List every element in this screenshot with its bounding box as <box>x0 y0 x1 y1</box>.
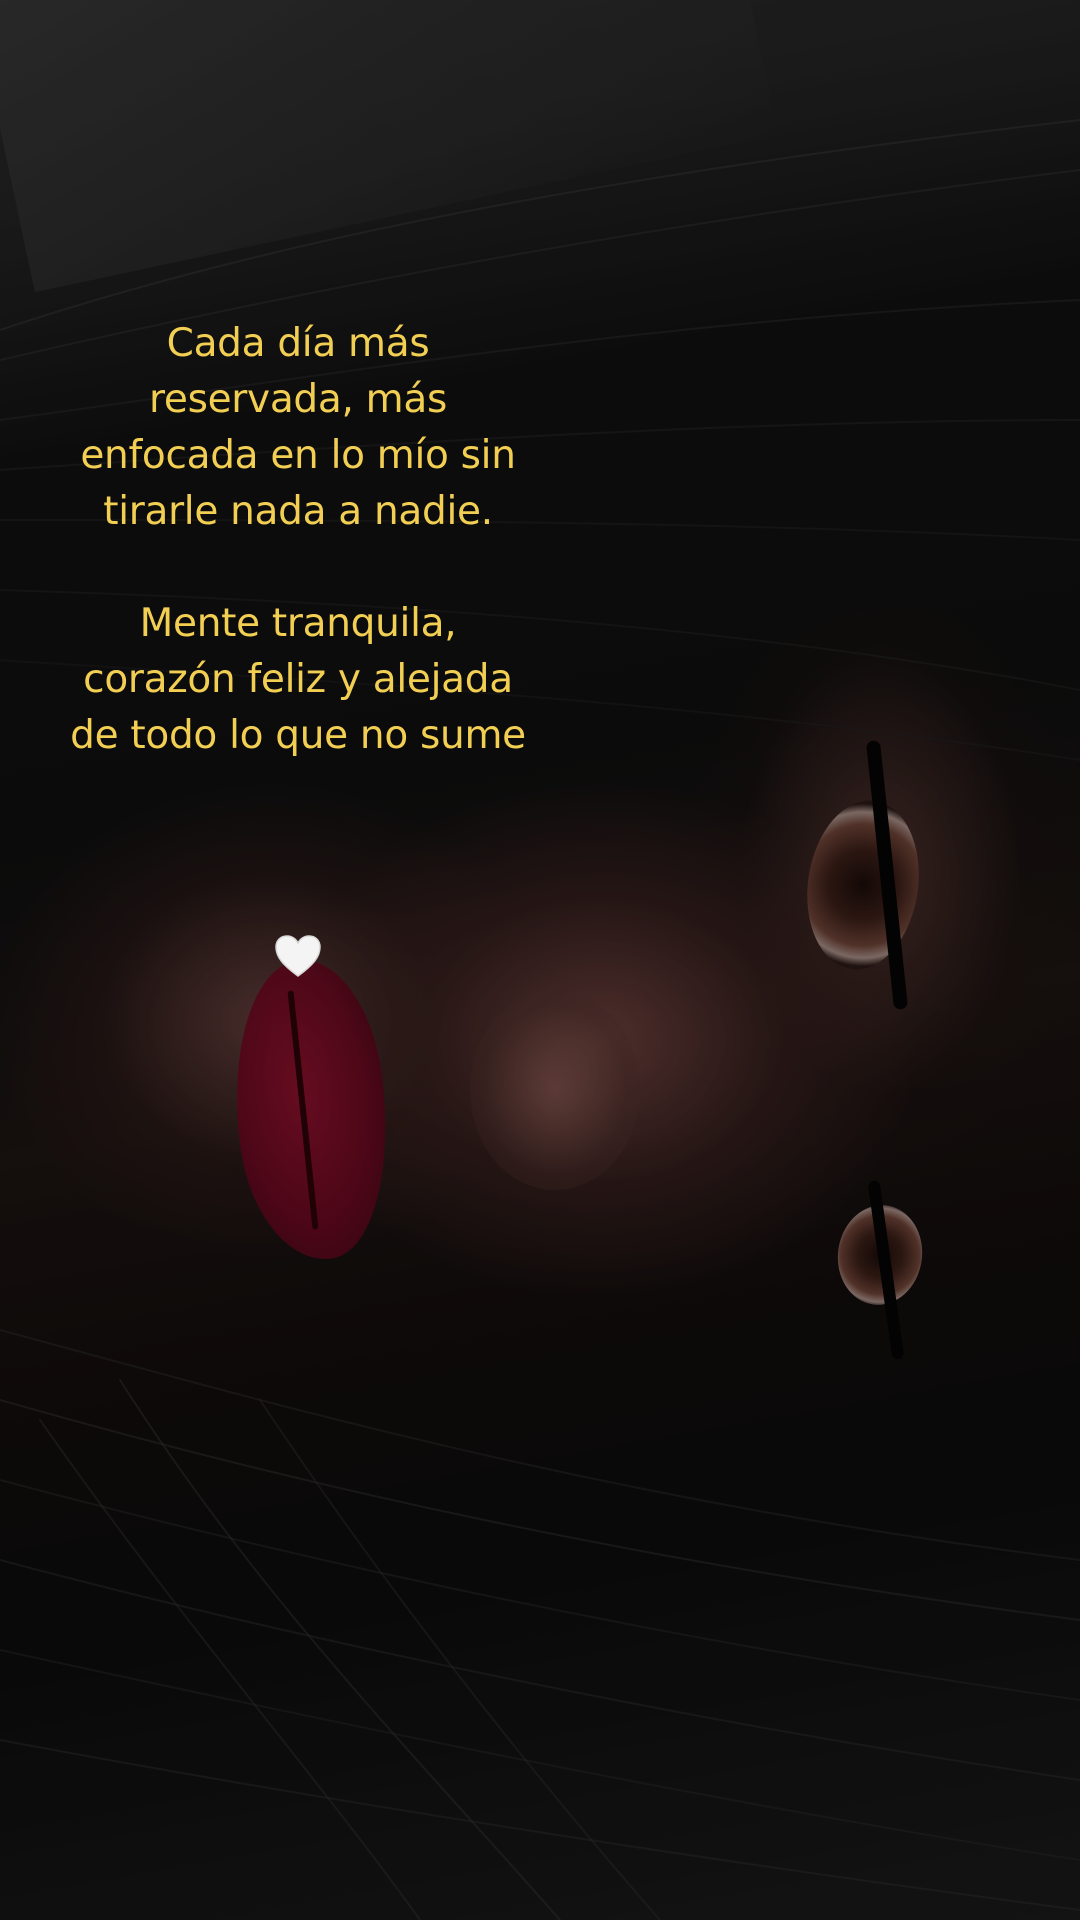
caption-paragraph-1: Cada día más reservada, más enfocada en … <box>80 321 516 534</box>
photo-dim-overlay <box>0 0 1080 1920</box>
story-caption: Cada día más reservada, más enfocada en … <box>60 316 536 764</box>
white-heart-icon <box>275 935 321 977</box>
story-screen: Cada día más reservada, más enfocada en … <box>0 0 1080 1920</box>
caption-paragraph-2: Mente tranquila, corazón feliz y alejada… <box>70 601 526 758</box>
